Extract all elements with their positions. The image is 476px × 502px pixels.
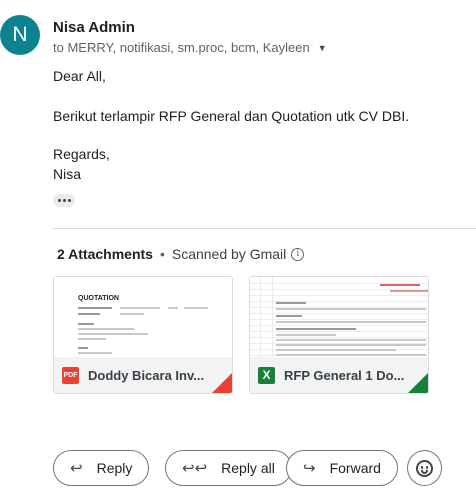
body-line: Berikut terlampir RFP General dan Quotat… <box>53 108 410 124</box>
show-trimmed-content-button[interactable] <box>53 194 75 207</box>
emoji-reaction-button[interactable] <box>407 450 442 486</box>
spreadsheet-file-icon: X <box>258 366 275 384</box>
separator-dot: • <box>159 246 165 262</box>
sender-name[interactable]: Nisa Admin <box>53 19 135 36</box>
forward-label: Forward <box>329 460 381 476</box>
pdf-file-icon: PDF <box>62 366 79 384</box>
attachment-footer: PDF Doddy Bicara Inv... <box>54 357 232 393</box>
sender-avatar[interactable]: N <box>0 15 40 55</box>
attachment-filename: Doddy Bicara Inv... <box>88 367 205 383</box>
corner-fold-decoration <box>212 373 232 393</box>
forward-arrow-icon: ↪ <box>303 459 316 477</box>
reply-button[interactable]: ↩ Reply <box>53 450 150 486</box>
attachment-filename: RFP General 1 Do... <box>284 367 405 383</box>
attachment-thumbnail <box>250 277 428 359</box>
info-icon[interactable]: i <box>291 247 305 261</box>
attachment-card-pdf[interactable]: QUOTATION PDF Doddy Bicara Inv... <box>53 276 233 394</box>
reply-all-label: Reply all <box>221 460 275 476</box>
attachments-header: 2 Attachments • Scanned by Gmail i <box>57 246 305 262</box>
reply-arrow-icon: ↩ <box>70 459 83 477</box>
attachment-card-spreadsheet[interactable]: X RFP General 1 Do... <box>249 276 429 394</box>
body-greeting: Dear All, <box>53 68 106 84</box>
thumbnail-title: QUOTATION <box>78 295 119 302</box>
divider <box>53 228 476 229</box>
attachment-footer: X RFP General 1 Do... <box>250 357 428 393</box>
show-details-dropdown-icon[interactable]: ▼ <box>318 43 327 53</box>
attachments-count: 2 Attachments <box>57 246 153 262</box>
body-closing: Regards, <box>53 146 110 162</box>
forward-button[interactable]: ↪ Forward <box>286 450 398 486</box>
reply-label: Reply <box>96 460 133 476</box>
recipients-line[interactable]: to MERRY, notifikasi, sm.proc, bcm, Kayl… <box>53 40 327 55</box>
reply-all-icon: ↩↩ <box>182 459 208 477</box>
corner-fold-decoration <box>408 373 428 393</box>
scanned-by-gmail-label: Scanned by Gmail <box>171 246 287 262</box>
body-signature: Nisa <box>53 166 82 182</box>
reply-all-button[interactable]: ↩↩ Reply all <box>165 450 292 486</box>
attachment-thumbnail: QUOTATION <box>54 277 232 359</box>
recipients-text: to MERRY, notifikasi, sm.proc, bcm, Kayl… <box>53 40 310 55</box>
smiley-face-icon <box>416 459 433 477</box>
